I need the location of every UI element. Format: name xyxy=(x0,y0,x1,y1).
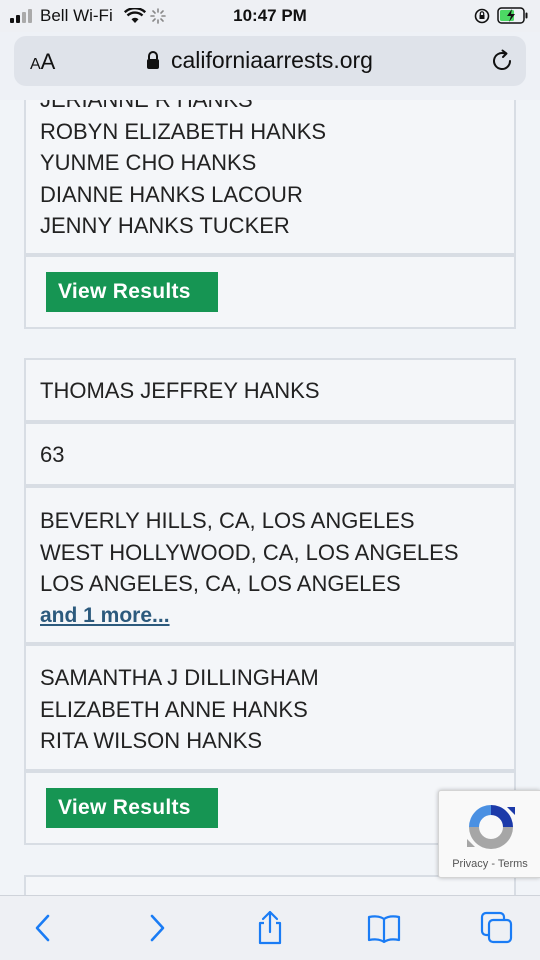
address-bar[interactable]: AA californiaarrests.org xyxy=(14,36,526,86)
record-age-cell: 63 xyxy=(24,422,516,486)
recaptcha-links[interactable]: Privacy - Terms xyxy=(439,858,540,870)
share-icon[interactable] xyxy=(252,910,288,946)
recaptcha-badge[interactable]: Privacy - Terms xyxy=(438,790,540,878)
location: BEVERLY HILLS, CA, LOS ANGELES xyxy=(40,508,415,533)
age: 63 xyxy=(40,442,65,467)
browser-toolbar xyxy=(0,895,540,960)
relative-name: JERIANNE R HANKS xyxy=(40,100,514,116)
forward-icon[interactable] xyxy=(138,910,174,946)
results-list: JERIANNE R HANKS ROBYN ELIZABETH HANKS Y… xyxy=(0,100,540,895)
view-results-button[interactable]: View Results xyxy=(46,788,218,828)
clock: 10:47 PM xyxy=(233,6,307,25)
reload-icon[interactable] xyxy=(490,49,514,73)
record-relatives-cell: SAMANTHA J DILLINGHAM ELIZABETH ANNE HAN… xyxy=(24,644,516,771)
more-locations-link[interactable]: and 1 more... xyxy=(40,600,514,632)
record-locations-cell: BEVERLY HILLS, CA, LOS ANGELES WEST HOLL… xyxy=(24,486,516,644)
recaptcha-logo-icon xyxy=(467,805,515,849)
relative-name: SAMANTHA J DILLINGHAM xyxy=(40,665,319,690)
bookmarks-icon[interactable] xyxy=(366,910,402,946)
padlock-icon xyxy=(147,51,159,69)
terms-link[interactable]: Terms xyxy=(498,858,528,870)
next-record-cell xyxy=(24,875,516,895)
view-results-button[interactable]: View Results xyxy=(46,272,218,312)
relative-name: ELIZABETH ANNE HANKS xyxy=(40,696,308,722)
relative-name: JENNY HANKS TUCKER xyxy=(40,213,290,238)
orientation-lock-icon xyxy=(474,8,490,24)
url-text[interactable]: californiaarrests.org xyxy=(171,47,373,74)
battery-charging-icon xyxy=(497,7,528,24)
back-icon[interactable] xyxy=(26,910,62,946)
record-relatives-cell: JERIANNE R HANKS ROBYN ELIZABETH HANKS Y… xyxy=(24,100,516,255)
privacy-link[interactable]: Privacy xyxy=(452,858,488,870)
relative-name: YUNME CHO HANKS xyxy=(40,150,257,175)
relative-name: RITA WILSON HANKS xyxy=(40,728,263,753)
location: WEST HOLLYWOOD, CA, LOS ANGELES xyxy=(40,539,459,565)
status-bar: Bell Wi-Fi 10:47 PM xyxy=(0,0,540,32)
tabs-icon[interactable] xyxy=(478,910,514,946)
text-size-button[interactable]: AA xyxy=(30,49,55,75)
location: LOS ANGELES, CA, LOS ANGELES xyxy=(40,571,401,596)
relative-name: ROBYN ELIZABETH HANKS xyxy=(40,118,327,144)
full-name: THOMAS JEFFREY HANKS xyxy=(40,378,320,403)
relative-name: DIANNE HANKS LACOUR xyxy=(40,181,303,207)
record-action-cell: View Results xyxy=(24,255,516,329)
record-name-cell: THOMAS JEFFREY HANKS xyxy=(24,358,516,422)
